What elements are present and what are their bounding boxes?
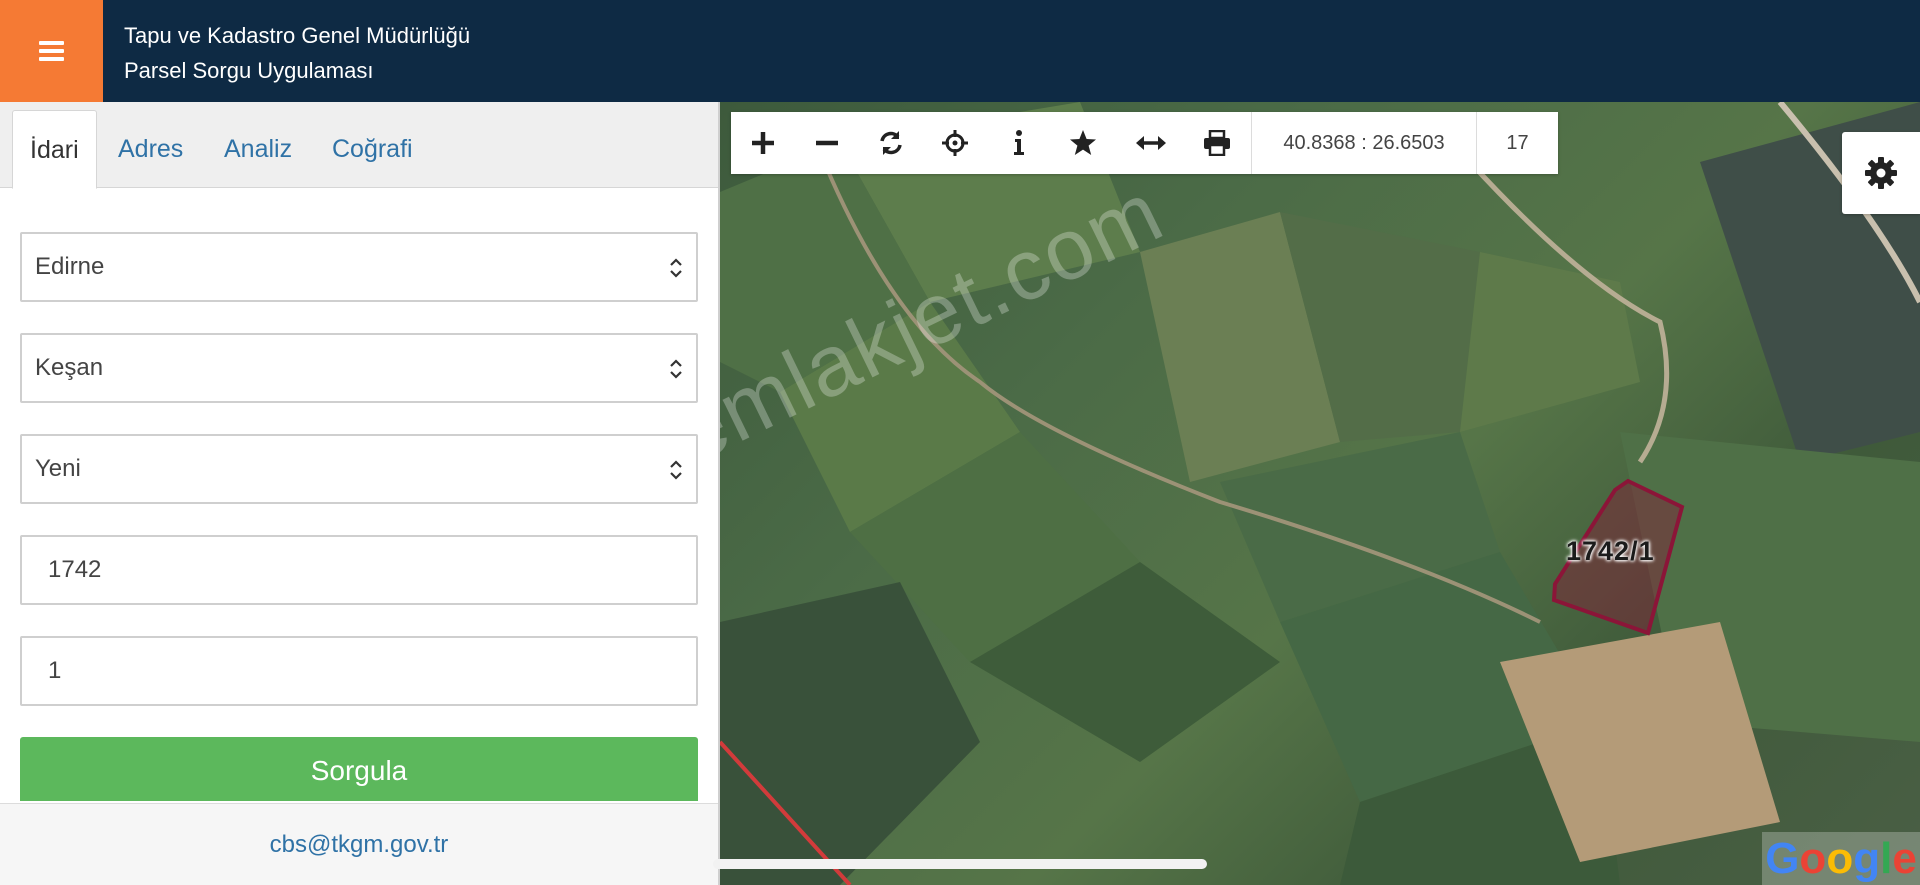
tab-idari[interactable]: İdari <box>12 110 97 189</box>
app-title-line1: Tapu ve Kadastro Genel Müdürlüğü <box>124 23 471 48</box>
footer: cbs@tkgm.gov.tr <box>0 803 718 885</box>
block-input[interactable]: 1742 <box>20 535 698 605</box>
zoom-level: 17 <box>1506 132 1529 154</box>
map-view[interactable]: emlakjet.com 1742/1 Google <box>720 102 1920 885</box>
coordinate-readout: 40.8368 : 26.6503 <box>1251 112 1477 174</box>
province-value: Edirne <box>35 253 105 280</box>
google-attribution: Google <box>1762 832 1920 885</box>
tab-bar: İdari Adres Analiz Coğrafi <box>0 102 718 189</box>
app-header: Tapu ve Kadastro Genel Müdürlüğü Parsel … <box>0 0 1920 102</box>
refresh-icon <box>880 131 902 155</box>
gear-icon <box>1865 157 1897 189</box>
locate-button[interactable] <box>923 112 987 174</box>
measure-button[interactable] <box>1119 112 1183 174</box>
info-icon <box>1014 130 1024 155</box>
measure-icon <box>1136 136 1166 150</box>
tab-analiz[interactable]: Analiz <box>224 110 292 189</box>
zoom-out-button[interactable] <box>795 112 859 174</box>
print-button[interactable] <box>1185 112 1249 174</box>
app-title-line2: Parsel Sorgu Uygulaması <box>124 58 374 83</box>
neighborhood-select[interactable]: Yeni <box>20 434 698 504</box>
zoom-in-button[interactable] <box>731 112 795 174</box>
favorite-button[interactable] <box>1051 112 1115 174</box>
print-icon <box>1204 130 1230 156</box>
parcel-label: 1742/1 <box>1566 536 1655 566</box>
settings-button[interactable] <box>1842 132 1920 214</box>
tab-adres[interactable]: Adres <box>118 110 183 189</box>
province-select[interactable]: Edirne <box>20 232 698 302</box>
block-value: 1742 <box>48 556 102 583</box>
parcel-input[interactable]: 1 <box>20 636 698 706</box>
parcel-value: 1 <box>48 657 62 684</box>
district-select[interactable]: Keşan <box>20 333 698 403</box>
neighborhood-value: Yeni <box>35 455 81 482</box>
district-value: Keşan <box>35 354 104 381</box>
info-button[interactable] <box>987 112 1051 174</box>
query-panel: İdari Adres Analiz Coğrafi Edirne Keşan … <box>0 102 720 885</box>
contact-email-link[interactable]: cbs@tkgm.gov.tr <box>0 804 718 885</box>
app-title: Tapu ve Kadastro Genel Müdürlüğü Parsel … <box>124 18 470 88</box>
refresh-button[interactable] <box>859 112 923 174</box>
select-arrows-icon <box>670 359 682 379</box>
map-toolbar: 40.8368 : 26.6503 17 <box>731 112 1558 174</box>
satellite-imagery <box>720 102 1920 885</box>
home-indicator <box>713 859 1207 869</box>
menu-button[interactable] <box>0 0 103 102</box>
zoom-in-icon <box>752 132 774 154</box>
star-icon <box>1070 130 1096 155</box>
sorgula-button[interactable]: Sorgula <box>20 737 698 801</box>
zoom-out-icon <box>816 140 838 146</box>
locate-icon <box>942 130 968 156</box>
select-arrows-icon <box>670 460 682 480</box>
select-arrows-icon <box>670 258 682 278</box>
tab-cografi[interactable]: Coğrafi <box>332 110 413 189</box>
